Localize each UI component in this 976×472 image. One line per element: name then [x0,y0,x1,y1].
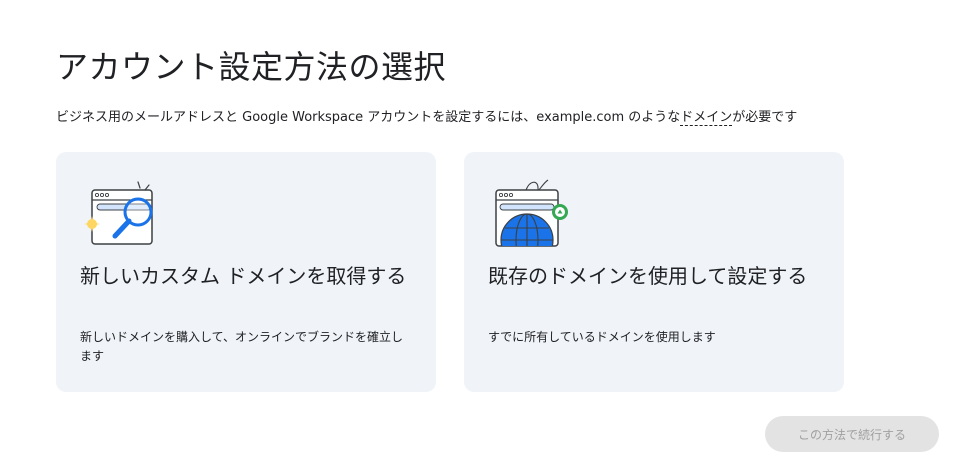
option-card-existing-domain[interactable]: 既存のドメインを使用して設定する すでに所有しているドメインを使用します [464,152,844,392]
page-title: アカウント設定方法の選択 [56,48,447,86]
option-description: すでに所有しているドメインを使用します [488,330,716,344]
subtitle-text-end: が必要です [732,110,798,125]
setup-method-page: アカウント設定方法の選択 ビジネス用のメールアドレスと Google Works… [0,0,976,472]
globe-domain-illustration [486,178,578,250]
continue-button[interactable]: この方法で続行する [765,416,939,452]
domain-definition-link[interactable]: ドメイン [680,110,733,126]
subtitle-text: ビジネス用のメールアドレスと Google Workspace アカウントを設定… [56,110,681,125]
search-domain-illustration [78,178,170,250]
option-title: 新しいカスタム ドメインを取得する [80,264,407,288]
option-card-new-domain[interactable]: 新しいカスタム ドメインを取得する 新しいドメインを購入して、オンラインでブラン… [56,152,436,392]
page-subtitle: ビジネス用のメールアドレスと Google Workspace アカウントを設定… [56,106,798,126]
option-description: 新しいドメインを購入して、オンラインでブランドを確立します [80,330,404,363]
option-title: 既存のドメインを使用して設定する [488,264,808,288]
